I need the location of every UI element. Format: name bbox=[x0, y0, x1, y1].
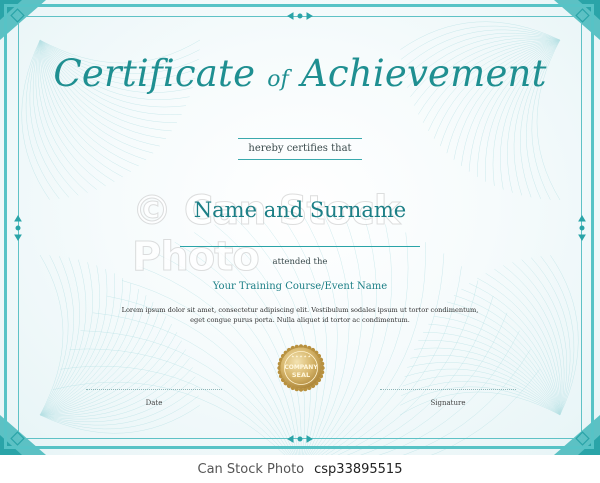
recipient-name: Name and Surname bbox=[193, 198, 407, 222]
course-name: Your Training Course/Event Name bbox=[212, 281, 388, 292]
title-achievement: Achievement bbox=[300, 52, 547, 95]
stock-footer: Can Stock Photo csp33895515 bbox=[0, 455, 600, 483]
title-certificate: Certificate bbox=[53, 52, 256, 95]
body-line-1: Lorem ipsum dolor sit amet, consectetur … bbox=[121, 306, 479, 314]
seal-seal-text: SEAL bbox=[292, 371, 310, 379]
seal-company-text: COMPANY bbox=[284, 364, 318, 371]
certificate: Certificate of Achievement hereby certif… bbox=[0, 0, 600, 455]
brand-name: Can Stock Photo bbox=[197, 461, 305, 477]
signature-line bbox=[380, 389, 516, 390]
date-label: Date bbox=[145, 399, 163, 407]
certificate-title: Certificate of Achievement bbox=[0, 52, 600, 95]
svg-text:★ ★ ★ ★ ★: ★ ★ ★ ★ ★ bbox=[291, 355, 311, 359]
body-line-2: eget congue purus porta. Nulla aliquet i… bbox=[190, 315, 410, 324]
attended-text: attended the bbox=[272, 257, 328, 267]
image-id: csp33895515 bbox=[314, 461, 403, 477]
body-text: Lorem ipsum dolor sit amet, consectetur … bbox=[100, 306, 500, 325]
signature-label: Signature bbox=[430, 399, 466, 407]
subtitle-top-rule bbox=[238, 138, 362, 139]
certifies-text: hereby certifies that bbox=[248, 143, 352, 154]
company-seal: ★ ★ ★ ★ ★ COMPANY SEAL bbox=[277, 344, 325, 392]
subtitle-bottom-rule bbox=[238, 159, 362, 160]
date-line bbox=[86, 389, 222, 390]
title-of: of bbox=[267, 67, 289, 92]
name-underline bbox=[180, 246, 420, 247]
